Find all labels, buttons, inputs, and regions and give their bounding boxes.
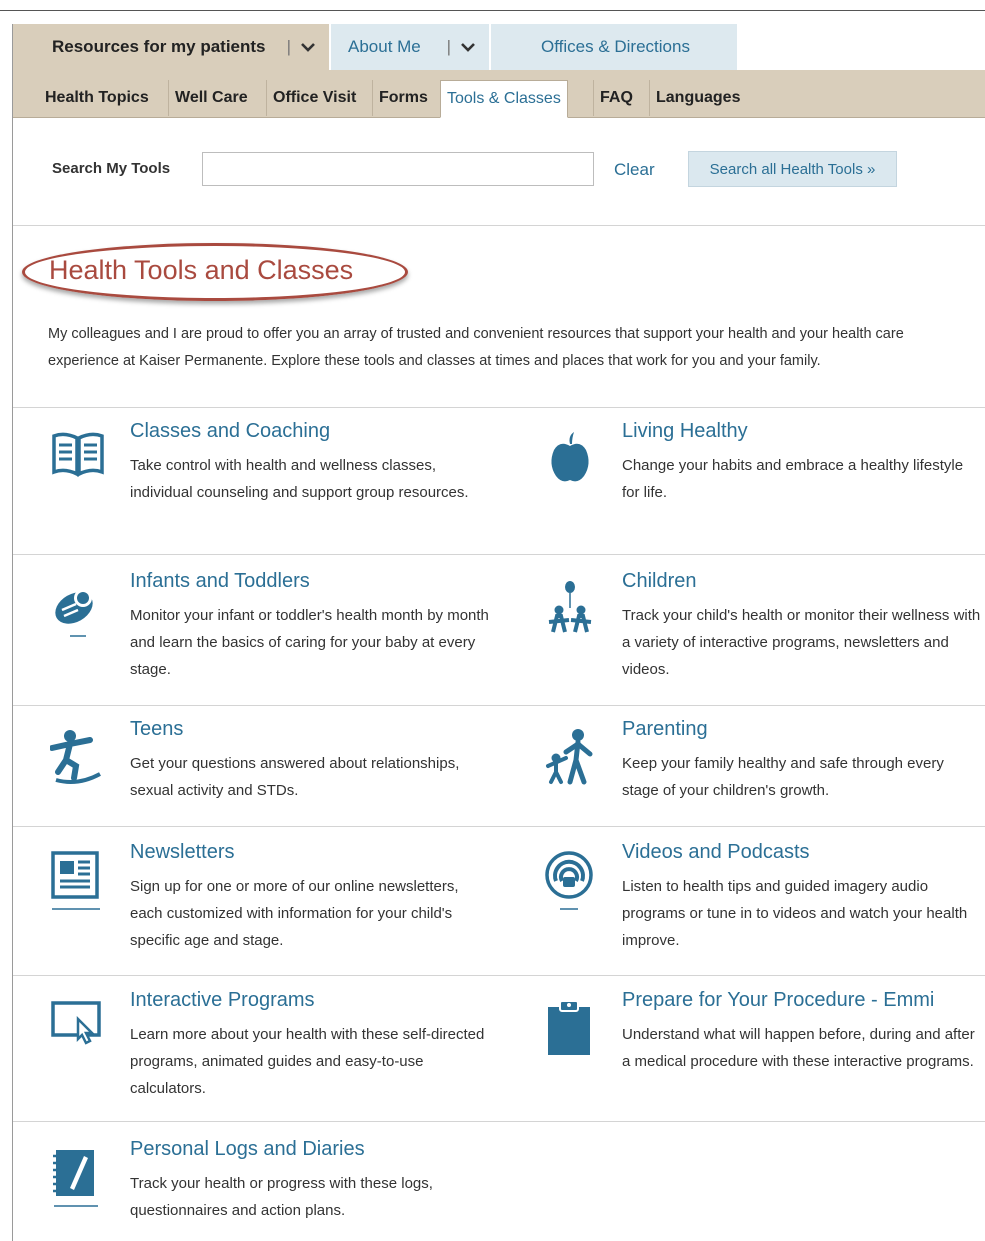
clear-link[interactable]: Clear bbox=[614, 160, 655, 180]
divider bbox=[13, 225, 985, 226]
podcast-icon bbox=[542, 851, 598, 913]
item-description: Change your habits and embrace a healthy… bbox=[622, 457, 964, 501]
divider bbox=[13, 705, 985, 706]
intro-text: My colleagues and I are proud to offer y… bbox=[48, 326, 904, 369]
item-title-link[interactable]: Infants and Toddlers bbox=[130, 570, 310, 593]
apple-icon bbox=[542, 430, 598, 492]
item-title-link[interactable]: Teens bbox=[130, 718, 183, 741]
search-label: Search My Tools bbox=[52, 160, 171, 177]
baby-icon bbox=[50, 580, 106, 642]
item-title-link[interactable]: Living Healthy bbox=[622, 420, 748, 443]
notebook-icon bbox=[50, 1148, 106, 1210]
divider bbox=[13, 407, 985, 408]
subtab-forms[interactable]: Forms bbox=[372, 80, 434, 116]
divider bbox=[13, 1121, 985, 1122]
tab-resources-for-my-patients[interactable]: Resources for my patients | bbox=[13, 24, 329, 70]
subtab-tools-and-classes[interactable]: Tools & Classes bbox=[440, 80, 568, 118]
item-title-link[interactable]: Newsletters bbox=[130, 841, 234, 864]
search-input[interactable] bbox=[202, 152, 594, 186]
tab-label: About Me bbox=[348, 37, 421, 56]
item-title-link[interactable]: Children bbox=[622, 570, 696, 593]
item-title-link[interactable]: Personal Logs and Diaries bbox=[130, 1138, 365, 1161]
subtab-languages[interactable]: Languages bbox=[649, 80, 746, 116]
tab-separator: | bbox=[286, 37, 291, 56]
item-description: Keep your family healthy and safe throug… bbox=[622, 755, 944, 799]
search-all-health-tools-button[interactable]: Search all Health Tools » bbox=[688, 151, 897, 187]
item-description: Understand what will happen before, duri… bbox=[622, 1026, 975, 1070]
item-description: Monitor your infant or toddler's health … bbox=[130, 607, 489, 678]
item-title-link[interactable]: Parenting bbox=[622, 718, 708, 741]
clipboard-icon bbox=[542, 999, 598, 1061]
item-title-link[interactable]: Prepare for Your Procedure - Emmi bbox=[622, 989, 934, 1012]
children-balloon-icon bbox=[542, 580, 598, 642]
newsletter-icon bbox=[50, 851, 106, 913]
item-title-link[interactable]: Videos and Podcasts bbox=[622, 841, 810, 864]
subtab-health-topics[interactable]: Health Topics bbox=[39, 80, 155, 116]
sub-tab-bar: Health Topics Well Care Office Visit For… bbox=[13, 70, 985, 118]
divider bbox=[13, 975, 985, 976]
divider bbox=[13, 554, 985, 555]
subtab-faq[interactable]: FAQ bbox=[593, 80, 639, 116]
subtab-well-care[interactable]: Well Care bbox=[168, 80, 254, 116]
chevron-down-icon[interactable] bbox=[297, 36, 319, 58]
monitor-cursor-icon bbox=[50, 999, 106, 1061]
chevron-down-icon[interactable] bbox=[457, 36, 479, 58]
item-description: Track your child's health or monitor the… bbox=[622, 607, 981, 678]
item-description: Learn more about your health with these … bbox=[130, 1026, 485, 1097]
item-description: Sign up for one or more of our online ne… bbox=[130, 878, 459, 949]
item-description: Get your questions answered about relati… bbox=[130, 755, 460, 799]
page-title: Health Tools and Classes bbox=[49, 255, 354, 285]
item-description: Track your health or progress with these… bbox=[130, 1175, 433, 1219]
parent-child-icon bbox=[542, 728, 598, 790]
item-title-link[interactable]: Interactive Programs bbox=[130, 989, 315, 1012]
subtab-office-visit[interactable]: Office Visit bbox=[266, 80, 362, 116]
tab-label: Offices & Directions bbox=[541, 37, 690, 56]
top-tab-bar: Resources for my patients | About Me | O… bbox=[13, 24, 737, 70]
item-title-link[interactable]: Classes and Coaching bbox=[130, 420, 330, 443]
tab-about-me[interactable]: About Me | bbox=[331, 24, 489, 70]
tab-label: Resources for my patients bbox=[52, 37, 266, 56]
tab-offices-and-directions[interactable]: Offices & Directions bbox=[491, 24, 737, 70]
window-top-rule bbox=[0, 10, 985, 11]
open-book-icon bbox=[50, 430, 106, 492]
skateboarder-icon bbox=[49, 728, 106, 790]
divider bbox=[13, 826, 985, 827]
item-description: Listen to health tips and guided imagery… bbox=[622, 878, 968, 949]
tab-separator: | bbox=[446, 37, 451, 56]
item-description: Take control with health and wellness cl… bbox=[130, 457, 469, 501]
